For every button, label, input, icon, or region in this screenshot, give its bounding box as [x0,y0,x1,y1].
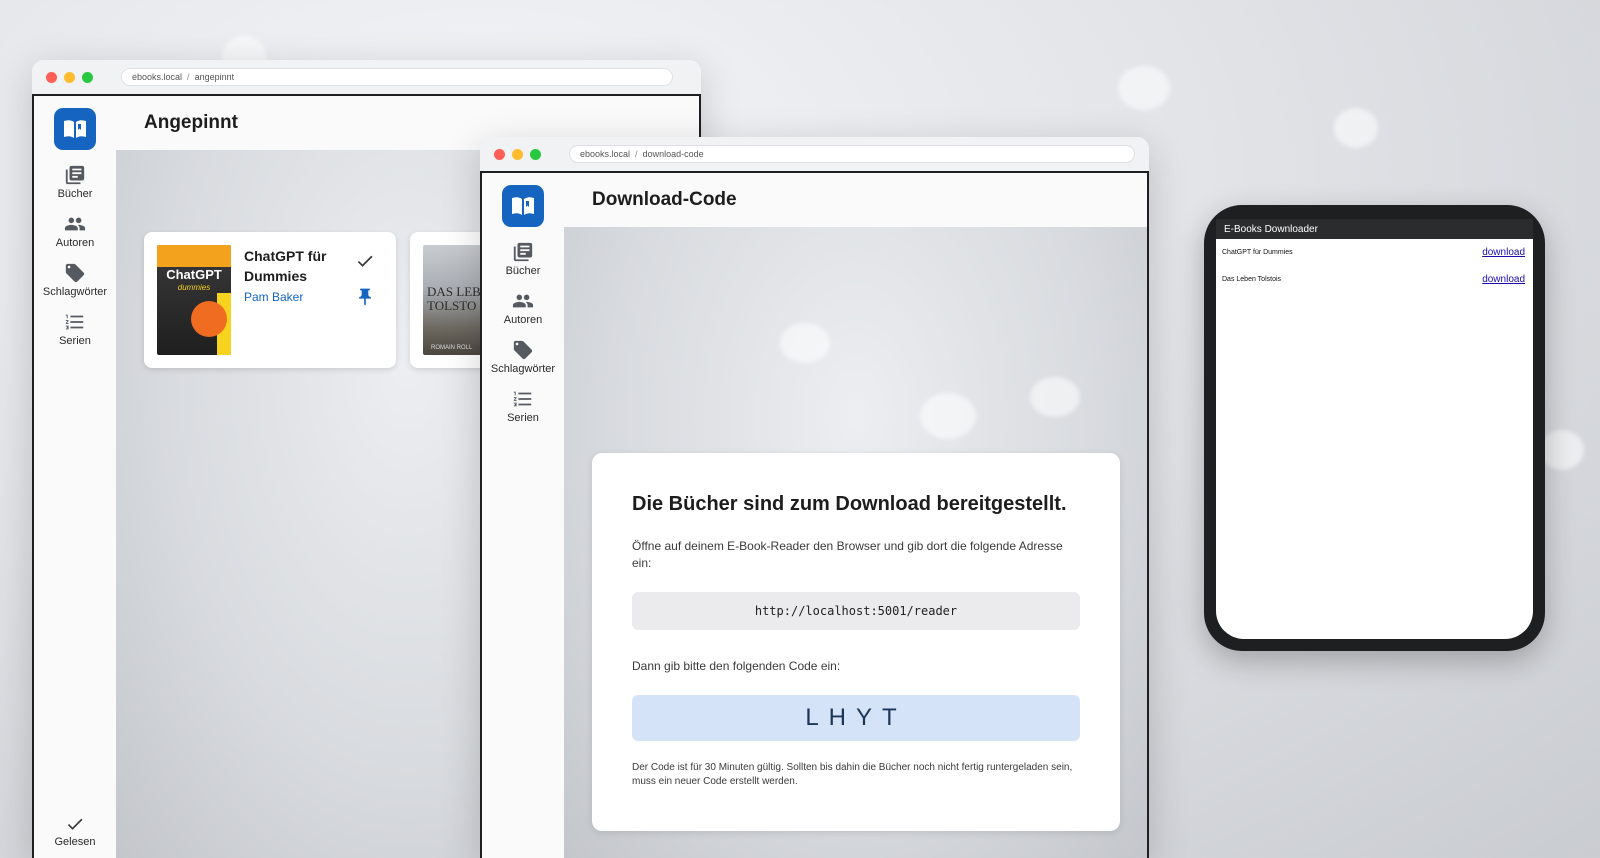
url-path: angepinnt [194,72,235,82]
sidebar-item-label: Bücher [505,265,541,277]
reader-url[interactable]: http://localhost:5001/reader [632,592,1080,630]
sidebar-item-label: Serien [507,412,539,424]
page-header: Download-Code [564,173,1147,227]
books-icon [513,242,533,262]
bokeh-decoration [920,393,976,439]
app-logo[interactable] [54,108,96,150]
titlebar: ebooks.local / download-code [480,137,1149,173]
book-title: ChatGPT für Dummies [1222,249,1293,256]
close-window-button[interactable] [46,71,57,83]
card-heading: Die Bücher sind zum Download bereitgeste… [632,493,1067,515]
close-window-button[interactable] [494,148,505,160]
maximize-window-button[interactable] [530,148,541,160]
phone-header: E-Books Downloader [1216,219,1533,239]
sidebar-item-series[interactable]: Serien [59,311,91,347]
bokeh-decoration [1334,108,1378,148]
page-title: Download-Code [592,189,737,210]
book-author[interactable]: Pam Baker [244,290,303,304]
open-book-icon [512,197,534,215]
sidebar-item-label: Bücher [57,188,93,200]
address-bar[interactable]: ebooks.local / angepinnt [121,68,673,86]
sidebar-item-label: Schlagwörter [42,286,108,298]
book-title: Das Leben Tolstois [1222,276,1282,283]
sidebar-item-tags[interactable]: Schlagwörter [43,262,107,298]
list-icon [65,314,84,330]
bokeh-decoration [1540,430,1584,470]
sidebar-item-books[interactable]: Bücher [505,241,541,277]
unpin-button[interactable] [354,286,376,308]
maximize-window-button[interactable] [82,71,93,83]
url-host: ebooks.local [580,149,631,159]
download-link[interactable]: download [1482,274,1525,285]
bokeh-decoration [1030,377,1080,417]
people-icon [512,294,534,308]
pin-icon [359,288,371,306]
people-icon [64,217,86,231]
sidebar-item-read[interactable]: Gelesen [34,814,116,858]
minimize-window-button[interactable] [512,148,523,160]
sidebar-item-authors[interactable]: Autoren [503,290,543,326]
book-card[interactable]: ChatGPT dummies ChatGPT für Dummies Pam … [144,232,396,368]
mark-read-button[interactable] [354,250,376,272]
book-cover: ChatGPT dummies [157,245,231,355]
sidebar: Bücher Autoren Schlagwörter Serien Geles… [34,96,116,858]
code-instruction: Dann gib bitte den folgenden Code ein: [632,659,841,673]
sidebar-item-label: Autoren [503,314,543,326]
download-link[interactable]: download [1482,247,1525,258]
download-code-card: Die Bücher sind zum Download bereitgeste… [592,453,1120,831]
address-instruction: Öffne auf deinem E-Book-Reader den Brows… [632,539,1063,570]
page-title: Angepinnt [144,112,238,133]
app-body: Bücher Autoren Schlagwörter Serien Downl… [480,173,1149,858]
open-book-icon [64,120,86,138]
tag-icon [65,263,85,283]
sidebar-item-label: Gelesen [54,836,96,848]
check-icon [357,255,373,267]
phone-mockup: E-Books Downloader ChatGPT für Dummies d… [1204,205,1545,651]
download-code[interactable]: LHYT [632,695,1080,741]
phone-screen: E-Books Downloader ChatGPT für Dummies d… [1216,219,1533,639]
minimize-window-button[interactable] [64,71,75,83]
sidebar: Bücher Autoren Schlagwörter Serien [482,173,564,858]
sidebar-item-authors[interactable]: Autoren [55,213,95,249]
book-title[interactable]: ChatGPT für Dummies [244,246,340,286]
list-item: ChatGPT für Dummies download [1216,239,1533,266]
url-host: ebooks.local [132,72,183,82]
sidebar-item-label: Autoren [55,237,95,249]
titlebar: ebooks.local / angepinnt [32,60,701,96]
bokeh-decoration [1118,66,1170,110]
check-icon [67,818,83,830]
url-path: download-code [642,149,704,159]
bokeh-decoration [780,323,830,363]
list-item: Das Leben Tolstois download [1216,266,1533,293]
browser-window-download-code: ebooks.local / download-code Bücher Auto… [480,137,1149,858]
sidebar-item-books[interactable]: Bücher [57,164,93,200]
sidebar-item-tags[interactable]: Schlagwörter [491,339,555,375]
tag-icon [513,340,533,360]
download-code-area: Die Bücher sind zum Download bereitgeste… [564,227,1147,858]
list-icon [513,391,532,407]
app-logo[interactable] [502,185,544,227]
sidebar-item-series[interactable]: Serien [507,388,539,424]
code-validity-note: Der Code ist für 30 Minuten gültig. Soll… [632,762,1073,787]
sidebar-item-label: Serien [59,335,91,347]
address-bar[interactable]: ebooks.local / download-code [569,145,1135,163]
books-icon [65,165,85,185]
sidebar-item-label: Schlagwörter [490,363,556,375]
